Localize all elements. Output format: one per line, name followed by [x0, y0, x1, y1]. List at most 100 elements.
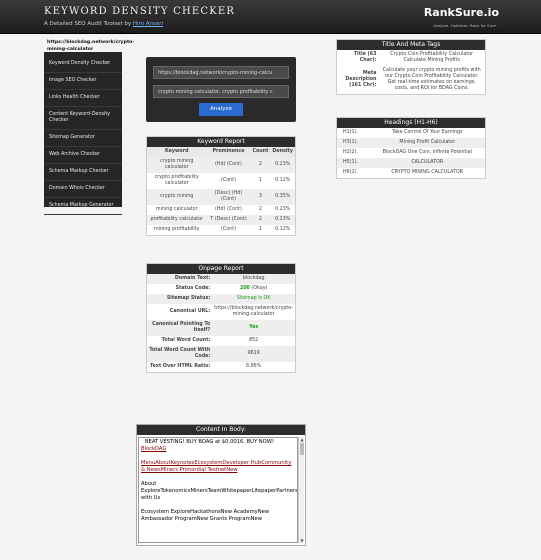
- table-cell: 2: [250, 215, 271, 225]
- row-value: 8.86%: [212, 362, 295, 372]
- table-row: Total Word Count: 852: [147, 336, 295, 346]
- heading-text: BlockDAG One Coin, Infinite Potential: [382, 150, 472, 155]
- content-body-panel: Content In Body: BEAT VESTING! BUY BDAG …: [136, 424, 306, 546]
- table-cell: 0.23%: [275, 207, 291, 212]
- headings-title: Headings (H1-H6): [337, 118, 485, 128]
- table-row: crypto mining calculator (Hd) (Cont) 2 0.23…: [147, 157, 295, 173]
- column-header: Density: [270, 147, 295, 157]
- row-value: 852: [212, 336, 295, 346]
- table-cell: 3: [250, 189, 271, 205]
- keywords-input[interactable]: crypto mining calculator, crypto profita…: [153, 85, 289, 98]
- scroll-down-icon[interactable]: ▼: [299, 538, 305, 543]
- onpage-report-title: Onpage Report: [147, 264, 295, 274]
- row-value: blockdag: [212, 274, 295, 284]
- content-body-title: Content In Body:: [137, 425, 305, 435]
- sidebar-item[interactable]: Domain Whois Checker: [44, 181, 122, 198]
- row-label: Canonical Pointing To Itself?: [147, 320, 213, 336]
- row-value: Calculate your crypto mining profits wit…: [382, 68, 481, 91]
- table-cell: 0.12%: [275, 227, 291, 232]
- subtitle-text: A Detailed SEO Audit Toolset by: [44, 21, 133, 27]
- row-label: Sitemap Status:: [147, 294, 213, 304]
- table-cell: 1: [258, 227, 262, 232]
- sidebar-item[interactable]: Keyword Density Checker: [44, 56, 122, 73]
- row-label: Total Word Count With Code:: [147, 346, 213, 362]
- value-text: Yes: [249, 325, 259, 330]
- table-row: H1(1). Take Control Of Your Earnings: [337, 128, 485, 138]
- keyword-report-panel: Keyword Report Keyword Prominence Count Den…: [146, 136, 296, 236]
- sidebar-item[interactable]: Links Health Checker: [44, 90, 122, 107]
- top-header: KEYWORD DENSITY CHECKER A Detailed SEO A…: [0, 0, 541, 34]
- sidebar-item[interactable]: Image SEO Checker: [44, 73, 122, 90]
- heading-tag: H3(1).: [337, 138, 370, 148]
- table-cell: (Cont): [221, 178, 236, 183]
- scroll-up-icon[interactable]: ▲: [299, 437, 305, 442]
- table-cell: 0.23%: [270, 157, 295, 173]
- scroll-thumb[interactable]: [300, 443, 304, 455]
- content-body-textarea[interactable]: BEAT VESTING! BUY BDAG at $0.0016. BUY N…: [138, 437, 298, 543]
- heading-text: CRYPTO MINING CALCULATOR: [391, 170, 464, 175]
- table-row: H5(1). CALCULATOR: [337, 158, 485, 168]
- table-row: H2(2). BlockDAG One Coin, Infinite Potent…: [337, 148, 485, 158]
- table-row: H6(2). CRYPTO MINING CALCULATOR: [337, 168, 485, 178]
- keyword-report-table: Keyword Prominence Count Density crypto min…: [147, 147, 295, 235]
- row-value: Yes: [212, 320, 295, 336]
- heading-tag: H6(2).: [343, 170, 358, 175]
- value-text: 8.86%: [246, 364, 262, 369]
- content-link: BlockDAG: [141, 446, 167, 452]
- content-line: Ecosystem ExploreHackathonsNew AcademyNe…: [141, 509, 270, 522]
- row-value: 9619: [212, 346, 295, 362]
- onpage-report-panel: Onpage Report Domain Text: blockdag Status…: [146, 263, 296, 373]
- table-row: Domain Text: blockdag: [147, 274, 295, 284]
- table-cell: 2: [258, 207, 262, 212]
- row-label: Total Word Count:: [161, 338, 211, 343]
- value-text: 9619: [247, 351, 260, 356]
- author-link[interactable]: Hiro Ansari: [133, 21, 163, 27]
- onpage-report-table: Domain Text: blockdag Status Code: 200 (Oka…: [147, 274, 295, 372]
- analyze-button[interactable]: Analyze: [199, 103, 243, 116]
- sidebar-item[interactable]: Schema Markup Generator: [44, 198, 122, 215]
- sidebar-item[interactable]: Schema Markup Checker: [44, 164, 122, 181]
- heading-tag: H2(2).: [343, 150, 358, 155]
- table-row: Canonical Pointing To Itself? Yes: [147, 320, 295, 336]
- row-value: Sitemap is OK: [212, 294, 295, 304]
- tools-sidebar: Keyword Density Checker Image SEO Checker…: [44, 52, 122, 215]
- table-row: Meta Description (161 Chr): Calculate you…: [337, 66, 485, 94]
- url-input[interactable]: https://blockdag.network/crypto-mining-c…: [153, 66, 289, 79]
- table-row: Total Word Count With Code: 9619: [147, 346, 295, 362]
- table-row: Sitemap Status: Sitemap is OK: [147, 294, 295, 304]
- sidebar-item[interactable]: Content Keyword-Density Checker: [44, 107, 122, 130]
- row-value: https://blockdag.network/crypto-mining-c…: [212, 304, 295, 320]
- heading-text: Mining Profit Calculator: [369, 138, 485, 148]
- table-cell: profitability calculator: [147, 215, 207, 225]
- heading-text: CALCULATOR: [369, 158, 485, 168]
- content-line: MenuAboutKeynotesEcosystemDeveloper HubC…: [141, 460, 292, 473]
- heading-text: Take Control Of Your Earnings: [391, 130, 463, 135]
- row-value: Crypto Coin Profitability Calculator Cal…: [390, 52, 474, 63]
- value-text: 852: [249, 338, 259, 343]
- row-label: Text Over HTML Ratio:: [149, 364, 211, 369]
- brand-logo[interactable]: RankSure.io: [424, 6, 499, 19]
- table-row: Title (63 Char): Crypto Coin Profitabilit…: [337, 50, 485, 66]
- headings-table: H1(1). Take Control Of Your Earnings H3(1)…: [337, 128, 485, 178]
- app-title: KEYWORD DENSITY CHECKER: [44, 6, 236, 17]
- heading-tag: H1(1).: [343, 130, 358, 135]
- table-row: crypto mining (Desc) (Hd) (Cont) 3 0.35%: [147, 189, 295, 205]
- table-cell: mining calculator: [155, 207, 198, 212]
- content-line: About ExploreTokenomicsMinersTeamWhitepa…: [141, 481, 298, 501]
- content-line: BEAT VESTING! BUY BDAG at $0.0016. BUY N…: [145, 439, 274, 445]
- table-row: crypto profitability calculator (Cont) 1 0.…: [147, 173, 295, 189]
- row-label: Title (63 Char):: [353, 52, 377, 63]
- brand-tagline: Analyze. Optimize. Rank for Sure.: [433, 23, 497, 28]
- table-cell: 0.23%: [270, 215, 295, 225]
- value-suffix: (Okay): [249, 286, 268, 291]
- sidebar-item[interactable]: Sitemap Generator: [44, 130, 122, 147]
- column-header: Count: [250, 147, 271, 157]
- content-scrollbar[interactable]: ▲ ▼: [298, 437, 304, 543]
- value-text: https://blockdag.network/crypto-mining-c…: [214, 306, 293, 317]
- value-text: Sitemap is OK: [236, 296, 271, 301]
- sidebar-item[interactable]: Web Archive Checker: [44, 147, 122, 164]
- table-row: H3(1). Mining Profit Calculator: [337, 138, 485, 148]
- table-row: mining profitability (Cont) 1 0.12%: [147, 225, 295, 235]
- title-meta-panel: Title And Meta Tags Title (63 Char): Cryp…: [336, 39, 486, 95]
- table-row: profitability calculator T (Desc) (Cont) 2…: [147, 215, 295, 225]
